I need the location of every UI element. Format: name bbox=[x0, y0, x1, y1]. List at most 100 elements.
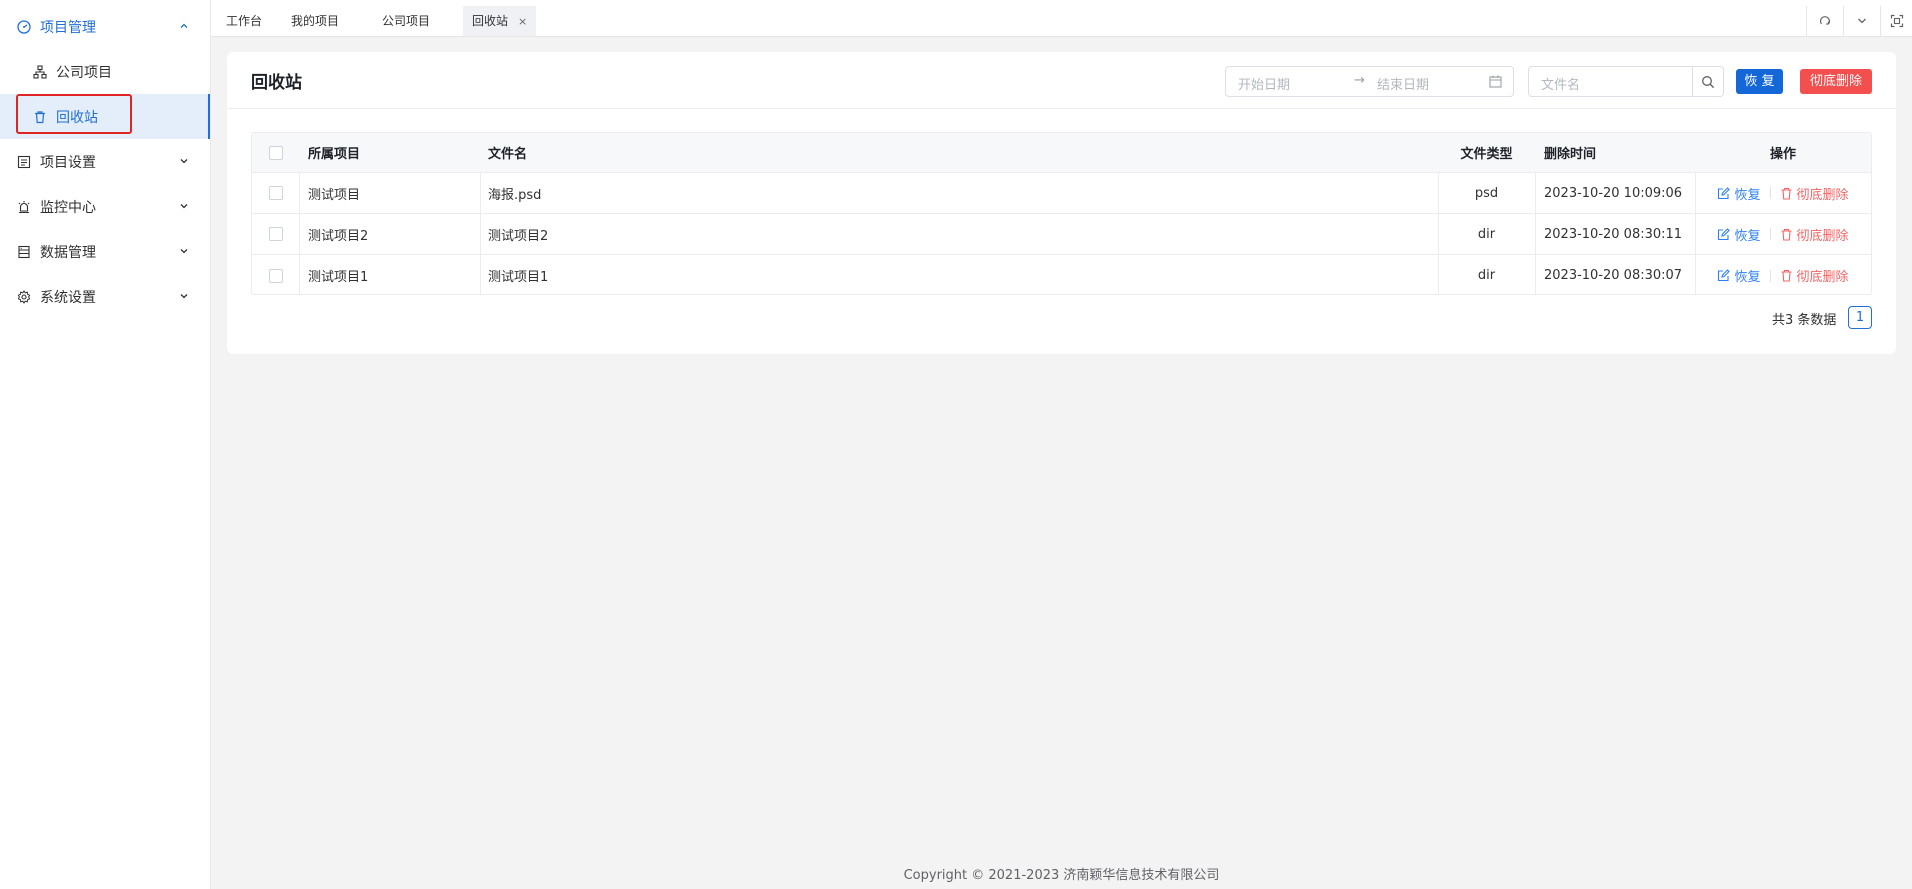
range-separator: → bbox=[1354, 73, 1365, 88]
cell-actions: 恢复 彻底删除 bbox=[1695, 173, 1871, 213]
row-restore-label: 恢复 bbox=[1734, 270, 1761, 285]
edit-icon bbox=[1718, 269, 1731, 282]
row-select-cell bbox=[269, 255, 283, 296]
action-separator bbox=[1769, 187, 1771, 199]
tab-company-projects[interactable]: 公司项目 bbox=[373, 6, 439, 36]
tab-recycle-bin[interactable]: 回收站 × bbox=[463, 6, 537, 36]
fullscreen-button[interactable] bbox=[1880, 6, 1912, 36]
cell-filename: 测试项目2 bbox=[488, 228, 549, 244]
row-purge-link[interactable]: 彻底删除 bbox=[1780, 266, 1849, 285]
cell-deleted-at: 2023-10-20 08:30:11 bbox=[1544, 226, 1683, 242]
purge-button[interactable]: 彻底删除 bbox=[1800, 69, 1872, 94]
trash-icon bbox=[1781, 269, 1791, 282]
cell-filetype: dir bbox=[1477, 268, 1496, 283]
row-purge-label: 彻底删除 bbox=[1796, 228, 1849, 244]
fullscreen-icon bbox=[1890, 14, 1903, 28]
search-button[interactable] bbox=[1692, 67, 1723, 96]
header-filename: 文件名 bbox=[488, 147, 528, 162]
chevron-down-icon bbox=[178, 200, 190, 212]
sidebar-item-company-projects[interactable]: 公司项目 bbox=[0, 49, 210, 94]
chevron-down-icon bbox=[178, 290, 190, 302]
cell-actions: 恢复 彻底删除 bbox=[1695, 214, 1871, 254]
tab-my-projects[interactable]: 我的项目 bbox=[282, 6, 348, 36]
database-icon bbox=[17, 245, 31, 259]
select-all-cell bbox=[269, 133, 283, 172]
row-checkbox[interactable] bbox=[269, 268, 283, 283]
trash-icon bbox=[1781, 228, 1791, 241]
sidebar: 项目管理 公司项目 回收站 项目设置 监控中心 数据管理 系统设置 bbox=[0, 0, 211, 889]
sidebar-item-project-settings[interactable]: 项目设置 bbox=[0, 139, 210, 184]
header-filetype: 文件类型 bbox=[1460, 147, 1513, 162]
row-purge-link[interactable]: 彻底删除 bbox=[1780, 225, 1849, 244]
dashboard-icon bbox=[17, 19, 31, 34]
sidebar-item-label: 监控中心 bbox=[40, 199, 96, 216]
filename-search-input[interactable]: 文件名 bbox=[1528, 66, 1724, 97]
gear-icon bbox=[17, 289, 31, 304]
sidebar-item-label: 项目管理 bbox=[40, 19, 96, 36]
action-separator bbox=[1769, 228, 1771, 240]
row-restore-link[interactable]: 恢复 bbox=[1717, 225, 1761, 244]
row-purge-link[interactable]: 彻底删除 bbox=[1780, 184, 1849, 203]
edit-icon bbox=[1718, 186, 1731, 199]
restore-button[interactable]: 恢 复 bbox=[1736, 69, 1783, 94]
edit-icon bbox=[1718, 227, 1731, 240]
sidebar-item-project-management[interactable]: 项目管理 bbox=[0, 4, 210, 49]
cell-deleted-at: 2023-10-20 10:09:06 bbox=[1544, 185, 1683, 201]
row-checkbox[interactable] bbox=[269, 227, 283, 241]
page-title: 回收站 bbox=[251, 73, 302, 93]
row-purge-label: 彻底删除 bbox=[1796, 270, 1849, 285]
sidebar-item-system-settings[interactable]: 系统设置 bbox=[0, 274, 210, 319]
sidebar-item-label: 系统设置 bbox=[40, 289, 96, 306]
alarm-icon bbox=[17, 200, 31, 214]
sidebar-item-data-management[interactable]: 数据管理 bbox=[0, 229, 210, 274]
row-checkbox[interactable] bbox=[269, 186, 283, 200]
cell-filetype: psd bbox=[1474, 185, 1499, 201]
selection-highlight bbox=[16, 94, 132, 134]
chevron-down-icon bbox=[178, 245, 190, 257]
date-range-picker[interactable]: 开始日期 → 结束日期 bbox=[1225, 66, 1514, 97]
chevron-up-icon bbox=[178, 20, 190, 32]
recycle-table: 所属项目 文件名 文件类型 删除时间 操作 测试项目 海报.psd psd 20… bbox=[251, 132, 1872, 295]
chevron-down-icon bbox=[1858, 18, 1866, 24]
search-placeholder: 文件名 bbox=[1541, 78, 1581, 93]
cell-filename: 测试项目1 bbox=[488, 270, 549, 285]
row-restore-label: 恢复 bbox=[1734, 228, 1761, 244]
table-row: 测试项目 海报.psd psd 2023-10-20 10:09:06 恢复 彻… bbox=[252, 173, 1871, 214]
tab-label: 回收站 bbox=[472, 14, 509, 28]
cell-project: 测试项目 bbox=[308, 187, 361, 203]
chevron-down-icon bbox=[178, 155, 190, 167]
sidebar-item-label: 公司项目 bbox=[56, 64, 112, 81]
footer-copyright: Copyright © 2021-2023 济南颖华信息技术有限公司 bbox=[903, 868, 1220, 883]
tab-workbench[interactable]: 工作台 bbox=[217, 6, 271, 36]
divider bbox=[227, 108, 1896, 109]
end-date-placeholder: 结束日期 bbox=[1377, 78, 1430, 93]
tabs-bar: 工作台 我的项目 公司项目 回收站 × bbox=[211, 0, 1912, 37]
tab-menu-button[interactable] bbox=[1843, 6, 1880, 36]
row-restore-link[interactable]: 恢复 bbox=[1717, 184, 1761, 203]
row-restore-link[interactable]: 恢复 bbox=[1717, 266, 1761, 285]
row-select-cell bbox=[269, 214, 283, 254]
close-icon[interactable]: × bbox=[518, 15, 527, 28]
select-all-checkbox[interactable] bbox=[269, 145, 283, 160]
sidebar-item-label: 项目设置 bbox=[40, 154, 96, 171]
cell-filetype: dir bbox=[1477, 226, 1496, 242]
header-project: 所属项目 bbox=[308, 147, 361, 162]
pagination-total: 共3 条数据 bbox=[1772, 313, 1837, 328]
header-actions: 操作 bbox=[1769, 147, 1796, 162]
table-row: 测试项目2 测试项目2 dir 2023-10-20 08:30:11 恢复 彻… bbox=[252, 214, 1871, 255]
sidebar-item-monitor-center[interactable]: 监控中心 bbox=[0, 184, 210, 229]
refresh-icon bbox=[1819, 16, 1831, 25]
sidebar-item-label: 数据管理 bbox=[40, 244, 96, 261]
search-icon bbox=[1702, 75, 1715, 88]
pagination-page-1[interactable]: 1 bbox=[1848, 306, 1872, 329]
tab-label: 公司项目 bbox=[382, 14, 431, 28]
cell-deleted-at: 2023-10-20 08:30:07 bbox=[1544, 268, 1683, 283]
cell-project: 测试项目2 bbox=[308, 228, 369, 244]
trash-icon bbox=[1781, 187, 1791, 200]
start-date-placeholder: 开始日期 bbox=[1238, 78, 1291, 93]
row-restore-label: 恢复 bbox=[1734, 187, 1761, 203]
refresh-button[interactable] bbox=[1806, 6, 1843, 36]
table-row: 测试项目1 测试项目1 dir 2023-10-20 08:30:07 恢复 彻… bbox=[252, 255, 1871, 296]
cell-actions: 恢复 彻底删除 bbox=[1695, 255, 1871, 296]
org-chart-icon bbox=[33, 64, 47, 79]
